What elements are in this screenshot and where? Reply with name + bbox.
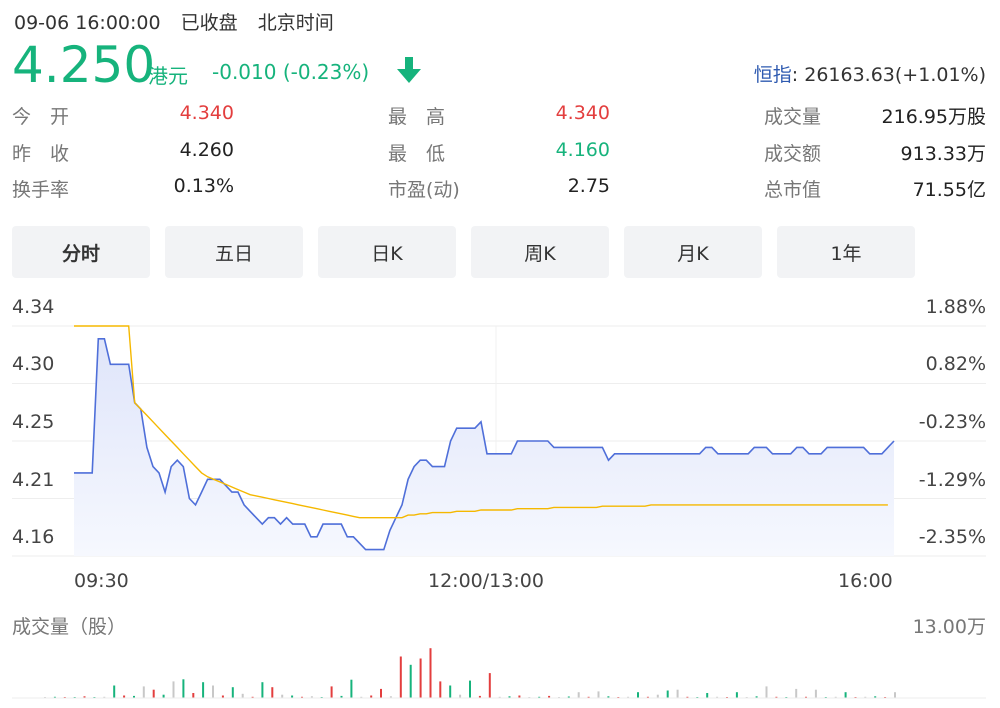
volume-bar	[577, 692, 580, 698]
datetime-text: 09-06 16:00:00	[14, 12, 161, 34]
volume-bar	[113, 685, 116, 698]
volume-max-label: 13.00万	[912, 616, 986, 638]
tab-five-day[interactable]: 五日	[165, 226, 303, 278]
volume-bar	[488, 673, 491, 698]
prev-close-value: 4.260	[179, 139, 234, 161]
volume-bar	[330, 686, 333, 698]
index-value: : 26163.63(+1.01%)	[791, 64, 986, 86]
tab-monthly-k[interactable]: 月K	[624, 226, 762, 278]
volume-bar	[350, 679, 353, 698]
market-cap-value: 71.55亿	[912, 179, 986, 201]
currency-label: 港元	[148, 64, 188, 88]
volume-value: 216.95万股	[881, 106, 986, 128]
volume-bar	[844, 692, 847, 698]
volume-bar	[172, 681, 175, 698]
open-value: 4.340	[179, 102, 234, 124]
volume-title: 成交量（股）	[12, 616, 127, 638]
period-tabs: 分时 五日 日K 周K 月K 1年	[12, 226, 918, 278]
intraday-chart[interactable]	[0, 290, 1000, 565]
volume-bar	[676, 689, 679, 698]
price-area-fill	[74, 338, 894, 556]
high-value: 4.340	[555, 102, 610, 124]
volume-bar	[142, 686, 145, 698]
volume-bar	[202, 682, 205, 698]
volume-bar	[152, 689, 155, 698]
volume-bar	[192, 693, 195, 698]
volume-bar	[241, 693, 244, 698]
low-label: 最 低	[388, 143, 446, 165]
volume-bar	[409, 664, 412, 698]
index-label[interactable]: 恒指	[754, 64, 792, 86]
pe-value: 2.75	[567, 175, 610, 197]
turnover-rate-label: 换手率	[12, 179, 70, 201]
tab-weekly-k[interactable]: 周K	[471, 226, 609, 278]
volume-bar	[231, 687, 234, 698]
volume-bar	[894, 692, 896, 698]
volume-bar	[814, 689, 817, 698]
pe-label: 市盈(动)	[388, 179, 460, 201]
tab-intraday[interactable]: 分时	[12, 226, 150, 278]
high-label: 最 高	[388, 106, 446, 128]
hang-seng-index[interactable]: 恒指: 26163.63(+1.01%)	[754, 60, 986, 87]
open-label: 今 开	[12, 106, 70, 128]
timezone-text: 北京时间	[257, 12, 334, 34]
volume-bar	[261, 682, 264, 698]
volume-bar	[469, 680, 471, 698]
prev-close-label: 昨 收	[12, 143, 70, 165]
x-tick: 16:00	[838, 570, 893, 592]
turnover-label: 成交额	[764, 143, 822, 165]
volume-bar	[795, 688, 798, 698]
volume-bar	[380, 688, 382, 698]
volume-bar	[637, 692, 639, 698]
volume-bar	[735, 692, 738, 698]
volume-bar	[666, 690, 669, 698]
market-cap-label: 总市值	[764, 179, 822, 201]
volume-bar	[439, 681, 442, 698]
volume-bar	[449, 685, 452, 698]
turnover-rate-value: 0.13%	[173, 175, 234, 197]
low-value: 4.160	[555, 139, 610, 161]
tab-one-year[interactable]: 1年	[777, 226, 915, 278]
x-tick: 09:30	[74, 570, 129, 592]
volume-bar	[212, 685, 214, 698]
market-status-text: 已收盘	[180, 12, 238, 34]
volume-bar	[429, 648, 432, 698]
volume-label: 成交量	[764, 106, 822, 128]
turnover-value: 913.33万	[900, 143, 986, 165]
tab-daily-k[interactable]: 日K	[318, 226, 456, 278]
price-change: -0.010 (-0.23%)	[212, 60, 370, 84]
volume-bar	[182, 679, 185, 698]
arrow-down-icon	[396, 55, 422, 89]
volume-bar	[399, 656, 402, 698]
header-datetime-bar: 09-06 16:00:00 已收盘 北京时间	[14, 8, 348, 35]
volume-chart	[12, 648, 986, 699]
volume-bar	[271, 687, 274, 698]
last-price: 4.250	[12, 36, 156, 94]
volume-bar	[419, 658, 422, 698]
volume-bar	[597, 691, 600, 698]
volume-bar	[765, 686, 768, 698]
volume-bar	[706, 693, 709, 698]
x-tick: 12:00/13:00	[428, 570, 544, 592]
